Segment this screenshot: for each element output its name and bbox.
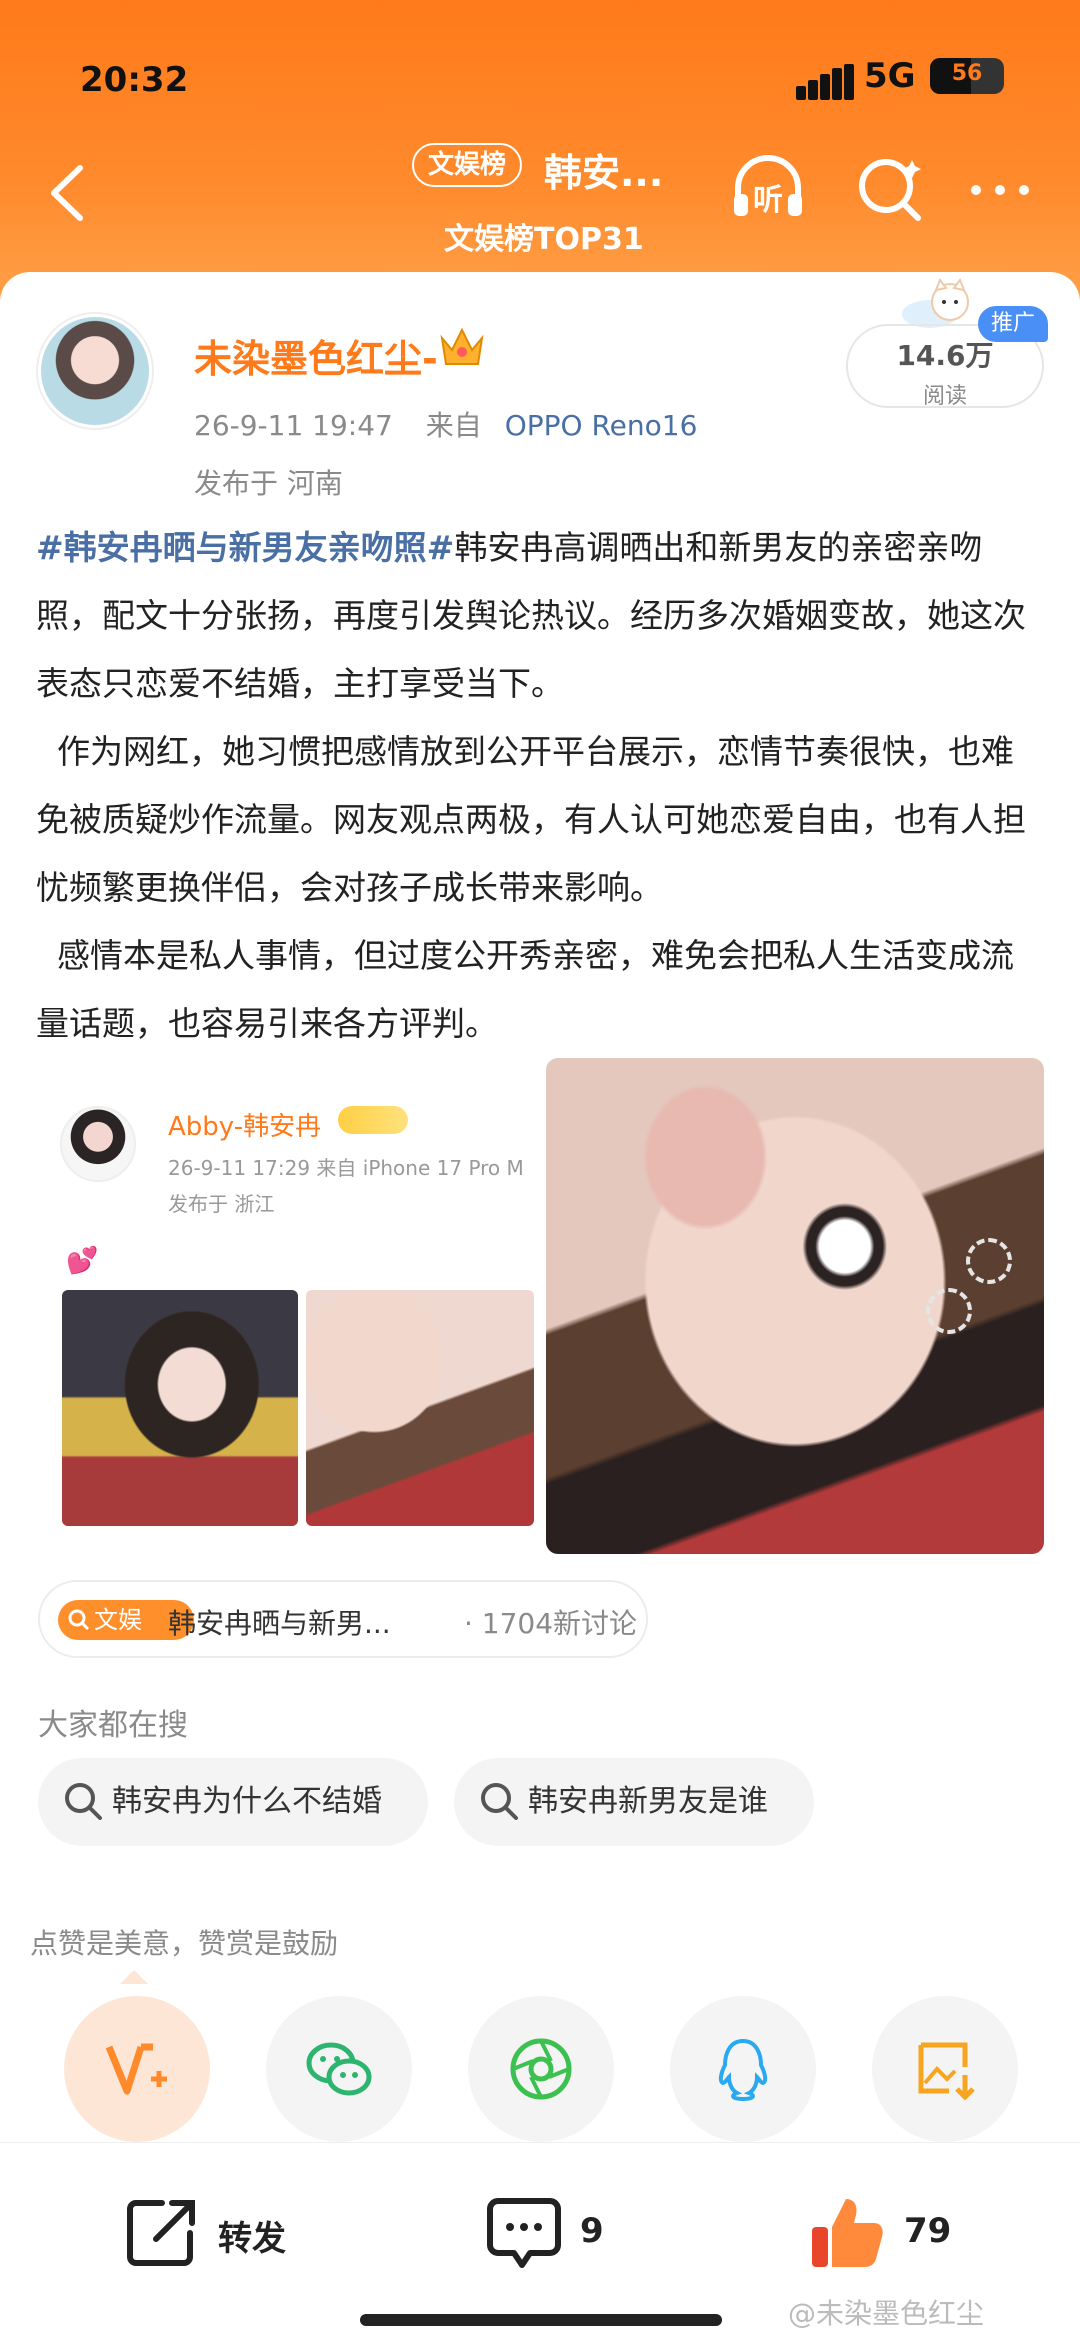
embedded-vip-badge — [338, 1106, 408, 1134]
paragraph-2: 作为网红，她习惯把感情放到公开平台展示，恋情节奏很快，也难免被质疑炒作流量。网友… — [36, 732, 1026, 907]
embedded-location: 发布于 浙江 — [168, 1192, 275, 1216]
embedded-avatar — [60, 1106, 136, 1182]
topic-chip-count: · 1704新讨论 — [464, 1607, 638, 1640]
wechat-icon — [306, 2042, 372, 2096]
repost-button[interactable]: 转发 — [122, 2193, 322, 2273]
battery-level: 56 — [951, 61, 983, 86]
post-datetime: 26-9-11 19:47 — [194, 409, 393, 442]
hair-clip-decoration — [966, 1238, 1012, 1284]
back-icon[interactable] — [40, 158, 96, 228]
more-icon[interactable] — [960, 150, 1040, 230]
qq-icon — [718, 2038, 768, 2102]
embedded-username: Abby-韩安冉 — [168, 1112, 322, 1142]
embedded-photo-1 — [62, 1290, 298, 1526]
post-image-2[interactable] — [546, 1058, 1044, 1554]
hashtag-link[interactable]: #韩安冉晒与新男友亲吻照# — [36, 528, 454, 567]
comment-button[interactable]: 9 — [484, 2193, 644, 2273]
reward-v-icon — [105, 2043, 167, 2095]
topic-title[interactable]: 韩安... — [544, 142, 663, 197]
search-suggestions-title: 大家都在搜 — [38, 1708, 188, 1743]
reward-button[interactable] — [64, 1996, 210, 2142]
promo-badge[interactable]: 推广 — [978, 306, 1048, 342]
home-indicator[interactable] — [360, 2314, 722, 2326]
topic-chip[interactable]: 文娱 韩安冉晒与新男... · 1704新讨论 — [38, 1580, 648, 1658]
tip-arrow — [120, 1970, 148, 1984]
search-icon — [481, 1783, 518, 1820]
repost-icon — [127, 2200, 195, 2266]
search-icon — [68, 1609, 90, 1631]
post-body: #韩安冉晒与新男友亲吻照#韩安冉高调晒出和新男友的亲密亲吻照，配文十分张扬，再度… — [36, 514, 1046, 1058]
battery-icon: 56 — [930, 58, 1004, 94]
listen-label: 听 — [753, 183, 783, 218]
search-icon — [65, 1783, 102, 1820]
post-meta: 26-9-11 19:47 来自 OPPO Reno16 — [194, 404, 697, 444]
embedded-photo-2 — [306, 1290, 534, 1526]
read-count-label: 阅读 — [922, 384, 967, 409]
from-label: 来自 — [425, 409, 482, 442]
paragraph-3: 感情本是私人事情，但过度公开秀亲密，难免会把私人生活变成流量话题，也容易引来各方… — [36, 936, 1014, 1043]
topic-header: 20:32 5G 56 文娱榜 韩安... 文娱榜TOP31 听 — [0, 0, 1080, 300]
watermark: @未染墨色红尘 — [788, 2297, 985, 2330]
search-suggestion-2[interactable]: 韩安冉新男友是谁 — [454, 1758, 814, 1846]
reward-tip: 点赞是美意，赞赏是鼓励 — [30, 1927, 339, 1960]
like-button[interactable]: 79 — [808, 2193, 968, 2273]
share-qq-button[interactable] — [670, 1996, 816, 2142]
avatar[interactable] — [38, 314, 152, 428]
signal-icon — [796, 64, 854, 100]
moments-icon — [510, 2038, 572, 2100]
save-image-button[interactable] — [872, 1996, 1018, 2142]
comment-count: 9 — [580, 2211, 604, 2251]
like-count: 79 — [904, 2211, 952, 2251]
search-icon[interactable] — [850, 150, 930, 230]
post-location: 发布于 河南 — [194, 467, 343, 500]
share-moments-button[interactable] — [468, 1996, 614, 2142]
crown-icon — [440, 327, 484, 365]
topic-badge[interactable]: 文娱榜 — [412, 143, 522, 187]
embedded-meta: 26-9-11 17:29 来自 iPhone 17 Pro M — [168, 1156, 524, 1180]
heart-icon: 💕 — [66, 1246, 99, 1276]
save-image-icon — [918, 2042, 975, 2101]
topic-rank[interactable]: 文娱榜TOP31 — [444, 214, 644, 258]
repost-label: 转发 — [218, 2219, 286, 2259]
hair-clip-decoration — [926, 1288, 972, 1334]
share-wechat-button[interactable] — [266, 1996, 412, 2142]
status-bar: 20:32 5G 56 — [0, 52, 1080, 112]
listen-icon[interactable]: 听 — [728, 150, 808, 230]
status-time: 20:32 — [80, 60, 189, 100]
network-type: 5G — [864, 56, 916, 96]
topic-chip-text: 韩安冉晒与新男... — [168, 1607, 391, 1640]
paragraph-1: #韩安冉晒与新男友亲吻照#韩安冉高调晒出和新男友的亲密亲吻照，配文十分张扬，再度… — [36, 528, 1026, 703]
thumbs-up-icon — [812, 2199, 883, 2267]
username[interactable]: 未染墨色红尘- — [194, 328, 438, 383]
device-link[interactable]: OPPO Reno16 — [505, 409, 698, 442]
search-suggestion-1[interactable]: 韩安冉为什么不结婚 — [38, 1758, 428, 1846]
comment-icon — [487, 2198, 561, 2268]
